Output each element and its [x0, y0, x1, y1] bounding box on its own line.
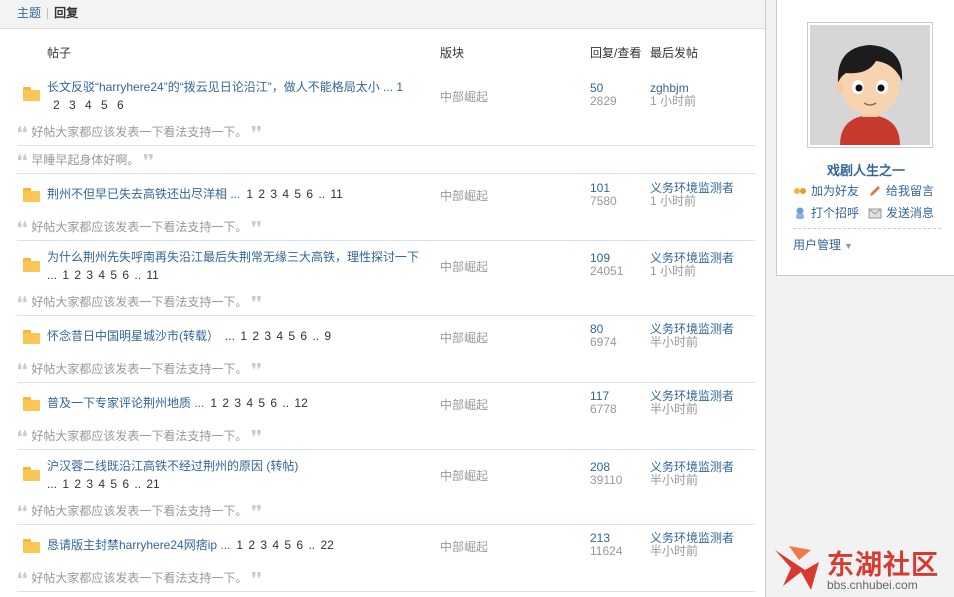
reply-preview[interactable]: ❛❛ 好帖大家都应该发表一下看法支持一下。 ❜❜: [17, 290, 755, 316]
thread-forum[interactable]: 中部崛起: [440, 88, 488, 105]
thread-pages[interactable]: 1 2 3 4 5 6 .. 11: [246, 187, 343, 201]
thread-list-panel: 主题 | 回复 帖子 版块 回复/查看 最后发帖 长文反驳“harryhere24”…: [0, 0, 766, 597]
folder-icon: [23, 397, 40, 411]
thread-stats: 117 6778: [590, 390, 617, 416]
last-post: 义务环境监测者 1 小时前: [650, 182, 734, 208]
folder-icon: [23, 330, 40, 344]
thread-title[interactable]: 为什么荆州先失呼南再失沿江最后失荆常无缘三大高铁，理性探讨一下... 1 2 3…: [47, 248, 427, 284]
table-row: 荆州不但早已失去高铁还出尽洋相 ... 1 2 3 4 5 6 .. 11 中部崛…: [17, 182, 755, 208]
thread-forum[interactable]: 中部崛起: [440, 329, 488, 346]
avatar[interactable]: [807, 22, 933, 148]
folder-icon: [23, 467, 40, 481]
table-row: 普及一下专家评论荆州地质 ... 1 2 3 4 5 6 .. 12 中部崛起 1…: [17, 390, 755, 416]
pencil-icon: [868, 185, 882, 197]
greet-link[interactable]: 打个招呼: [793, 204, 859, 221]
divider: [793, 228, 941, 229]
thread-pages[interactable]: 2 3 4 5 6: [53, 98, 124, 112]
thread-forum[interactable]: 中部崛起: [440, 187, 488, 204]
user-management-menu[interactable]: 用户管理 ▼: [793, 236, 853, 253]
view-count: 7580: [590, 194, 617, 208]
view-count: 24051: [590, 264, 624, 278]
last-post: zghbjm 1 小时前: [650, 82, 696, 108]
thread-stats: 109 24051: [590, 252, 623, 278]
last-post-time: 1 小时前: [650, 94, 697, 108]
thread-title[interactable]: 普及一下专家评论荆州地质 ... 1 2 3 4 5 6 .. 12: [47, 394, 447, 412]
thread-forum[interactable]: 中部崛起: [440, 467, 488, 484]
header-forum: 版块: [440, 46, 465, 60]
view-count: 2829: [590, 94, 617, 108]
table-row: 为什么荆州先失呼南再失沿江最后失荆常无缘三大高铁，理性探讨一下... 1 2 3…: [17, 248, 755, 288]
tab-bar: 主题 | 回复: [0, 0, 765, 29]
thread-pages[interactable]: ... 1 2 3 4 5 6 .. 11: [47, 268, 159, 282]
last-post: 义务环境监测者 半小时前: [650, 323, 734, 349]
envelope-icon: [868, 207, 882, 219]
reply-preview[interactable]: ❛❛ 好帖大家都应该发表一下看法支持一下。 ❜❜: [17, 499, 755, 525]
thread-title[interactable]: 怀念昔日中国明星城沙市(转载）... 1 2 3 4 5 6 .. 9: [47, 327, 447, 345]
reply-preview[interactable]: ❛❛ 好帖大家都应该发表一下看法支持一下。 ❜❜: [17, 215, 755, 241]
thread-title[interactable]: 荆州不但早已失去高铁还出尽洋相 ... 1 2 3 4 5 6 .. 11: [47, 185, 447, 203]
view-count: 6778: [590, 402, 617, 416]
last-post: 义务环境监测者 半小时前: [650, 461, 734, 487]
table-row: 沪汉蓉二线既沿江高铁不经过荆州的原因 (转帖)... 1 2 3 4 5 6 .…: [17, 457, 755, 497]
chevron-down-icon: ▼: [844, 241, 853, 251]
thread-pages[interactable]: ... 1 2 3 4 5 6 .. 9: [225, 329, 331, 343]
last-post: 义务环境监测者 半小时前: [650, 390, 734, 416]
thread-pages[interactable]: 1 2 3 4 5 6 .. 12: [210, 396, 307, 410]
folder-icon: [23, 539, 40, 553]
thread-title[interactable]: 沪汉蓉二线既沿江高铁不经过荆州的原因 (转帖)... 1 2 3 4 5 6 .…: [47, 457, 427, 493]
thread-stats: 208 39110: [590, 461, 622, 487]
tab-replies[interactable]: 回复: [54, 6, 78, 20]
header-last-post: 最后发帖: [650, 46, 699, 60]
thread-forum[interactable]: 中部崛起: [440, 538, 488, 555]
view-count: 6974: [590, 335, 617, 349]
thread-stats: 80 6974: [590, 323, 617, 349]
tab-separator: |: [46, 6, 50, 20]
last-post-time: 半小时前: [650, 544, 699, 558]
logo-mark-icon: [775, 546, 819, 590]
header-post: 帖子: [47, 46, 72, 60]
thread-forum[interactable]: 中部崛起: [440, 396, 488, 413]
last-post-time: 1 小时前: [650, 264, 697, 278]
thread-title[interactable]: 恳请版主封禁harryhere24网痞ip ... 1 2 3 4 5 6 .. …: [47, 536, 447, 554]
logo-name: 东湖社区: [827, 550, 939, 580]
thread-stats: 213 11624: [590, 532, 622, 558]
thread-pages[interactable]: 1 2 3 4 5 6 .. 22: [236, 538, 333, 552]
thread-title[interactable]: 长文反驳“harryhere24”的“拨云见日论沿江”，做人不能格局太小 ...…: [47, 78, 427, 114]
handshake-icon: [793, 185, 807, 197]
site-logo: 东湖社区 bbs.cnhubei.com: [771, 540, 954, 597]
table-row: 长文反驳“harryhere24”的“拨云见日论沿江”，做人不能格局太小 ...…: [17, 78, 755, 118]
cartoon-avatar-icon: [810, 25, 930, 145]
header-stats: 回复/查看: [590, 46, 642, 60]
reply-preview[interactable]: ❛❛ 好帖大家都应该发表一下看法支持一下。 ❜❜: [17, 566, 755, 592]
last-post-time: 1 小时前: [650, 194, 697, 208]
user-profile-card: 戏剧人生之一 加为好友 给我留言 打个招呼 发送消息 用户管理 ▼: [776, 0, 954, 276]
thread-stats: 50 2829: [590, 82, 617, 108]
view-count: 11624: [590, 544, 623, 558]
greet-icon: [793, 207, 807, 219]
last-post-time: 半小时前: [650, 335, 699, 349]
table-row: 怀念昔日中国明星城沙市(转载）... 1 2 3 4 5 6 .. 9 中部崛起…: [17, 323, 755, 349]
last-post-time: 半小时前: [650, 473, 699, 487]
thread-stats: 101 7580: [590, 182, 617, 208]
reply-preview[interactable]: ❛❛ 好帖大家都应该发表一下看法支持一下。 ❜❜: [17, 424, 755, 450]
leave-message-link[interactable]: 给我留言: [868, 182, 934, 199]
reply-preview[interactable]: ❛❛ 好帖大家都应该发表一下看法支持一下。 ❜❜: [17, 120, 755, 146]
last-post: 义务环境监测者 1 小时前: [650, 252, 734, 278]
add-friend-link[interactable]: 加为好友: [793, 182, 859, 199]
last-post-time: 半小时前: [650, 402, 699, 416]
folder-icon: [23, 188, 40, 202]
send-message-link[interactable]: 发送消息: [868, 204, 934, 221]
profile-username[interactable]: 戏剧人生之一: [777, 160, 954, 179]
reply-preview[interactable]: ❛❛ 早睡早起身体好啊。 ❜❜: [17, 148, 755, 174]
folder-icon: [23, 258, 40, 272]
table-row: 恳请版主封禁harryhere24网痞ip ... 1 2 3 4 5 6 .. …: [17, 532, 755, 558]
thread-forum[interactable]: 中部崛起: [440, 258, 488, 275]
reply-preview[interactable]: ❛❛ 好帖大家都应该发表一下看法支持一下。 ❜❜: [17, 357, 755, 383]
view-count: 39110: [590, 473, 623, 487]
logo-url: bbs.cnhubei.com: [827, 578, 918, 592]
tab-topics[interactable]: 主题: [17, 6, 41, 20]
folder-icon: [23, 87, 40, 101]
thread-pages[interactable]: ... 1 2 3 4 5 6 .. 21: [47, 477, 160, 491]
last-post: 义务环境监测者 半小时前: [650, 532, 734, 558]
